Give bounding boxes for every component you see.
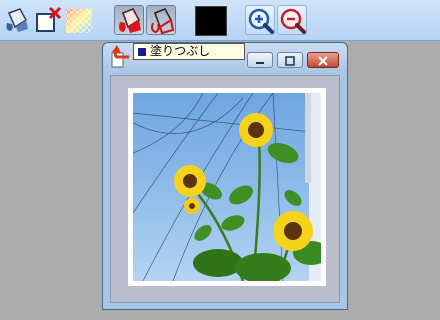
curved-arrow-icon (112, 45, 129, 59)
fill-outline-button[interactable] (146, 5, 176, 35)
zoom-in-icon (248, 8, 274, 34)
tooltip: 塗りつぶし (133, 43, 245, 60)
paint-fill-tool-button[interactable] (2, 5, 32, 35)
maximize-icon (285, 56, 295, 66)
image-window (102, 42, 348, 310)
close-button[interactable] (307, 52, 339, 68)
minimize-icon (256, 62, 264, 64)
maximize-button[interactable] (277, 52, 303, 68)
sunflower-photo[interactable] (133, 93, 321, 281)
clear-image-button[interactable] (33, 5, 63, 35)
toolbar (0, 0, 440, 41)
sunflower-image (133, 93, 321, 281)
zoom-in-button[interactable] (245, 5, 275, 35)
photo-frame (128, 88, 326, 286)
canvas-area[interactable] (110, 75, 340, 303)
checkerboard-icon (66, 9, 92, 33)
transparency-button[interactable] (64, 5, 94, 35)
outline-paint-icon (151, 8, 175, 35)
current-color-swatch[interactable] (195, 6, 227, 36)
tooltip-label: 塗りつぶし (150, 44, 211, 58)
color-square-icon (138, 48, 146, 56)
zoom-out-button[interactable] (277, 5, 307, 35)
zoom-out-icon (280, 8, 306, 34)
red-paint-bucket-icon (119, 8, 141, 33)
close-icon (318, 56, 328, 66)
fill-mode-button[interactable] (114, 5, 144, 35)
paint-bucket-icon (6, 8, 28, 32)
frame-delete-icon (36, 6, 62, 32)
minimize-button[interactable] (247, 52, 273, 68)
